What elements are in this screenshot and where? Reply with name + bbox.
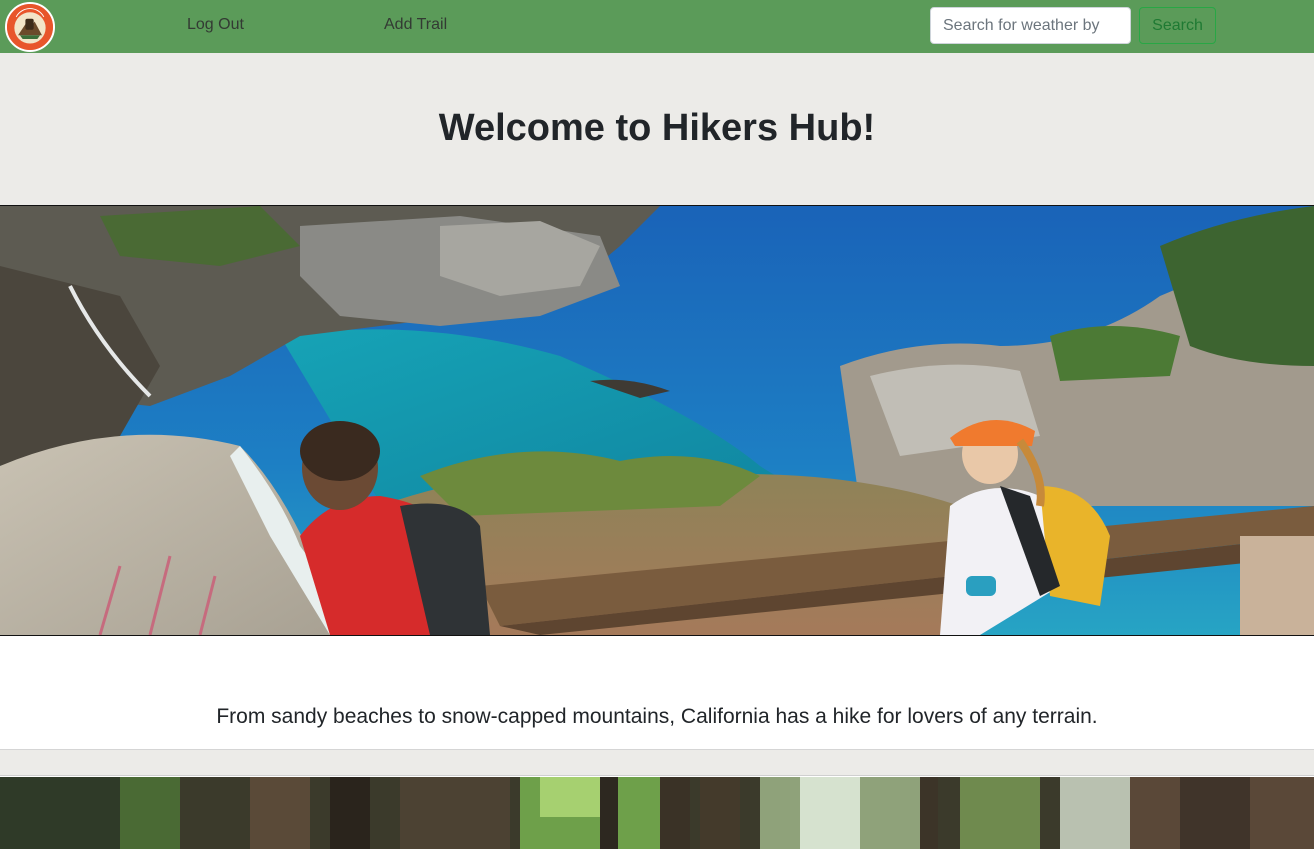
page-title: Welcome to Hikers Hub! [438, 107, 876, 149]
hikers-hub-logo-icon[interactable] [5, 2, 55, 52]
weather-search-input[interactable] [930, 7, 1131, 44]
forest-image [0, 777, 1314, 849]
search-button[interactable]: Search [1139, 7, 1216, 44]
section-gap-band [0, 750, 1314, 776]
nav-link-add-trail[interactable]: Add Trail [384, 15, 447, 35]
coastal-hikers-photo-icon [0, 206, 1314, 635]
navbar: Log Out Add Trail Search [0, 0, 1314, 53]
hero-image [0, 205, 1314, 636]
tagline: From sandy beaches to snow-capped mounta… [216, 705, 1098, 728]
nav-link-log-out[interactable]: Log Out [187, 15, 244, 35]
forest-photo-icon [0, 777, 1314, 849]
